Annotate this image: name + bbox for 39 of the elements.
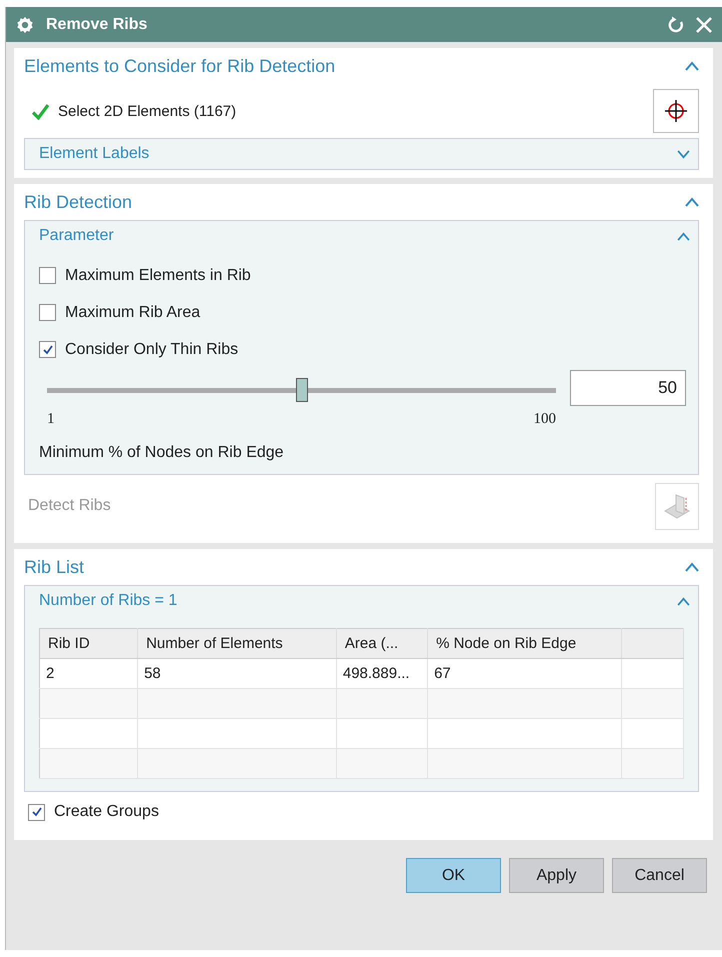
checkbox-label: Maximum Rib Area [65,304,200,322]
checkbox-label: Maximum Elements in Rib [65,266,251,284]
chevron-icon[interactable] [685,562,699,572]
gear-icon [16,16,34,34]
group-title: Element Labels [39,145,150,163]
crosshair-icon [663,98,689,124]
chevron-icon[interactable] [677,232,690,240]
checkmark-icon [30,806,42,818]
checkbox[interactable] [39,304,56,321]
chevron-icon[interactable] [677,596,690,606]
column-header[interactable]: % Node on Rib Edge [428,628,622,658]
checkbox[interactable] [39,341,56,358]
dialog-button[interactable]: Cancel [612,858,707,893]
section-title[interactable]: Elements to Consider for Rib Detection [24,56,336,76]
checkbox-label: Create Groups [54,803,159,821]
column-header[interactable]: Rib ID [40,628,138,658]
checkmark-icon [42,344,54,356]
chevron-icon[interactable] [685,61,699,71]
column-header[interactable]: Number of Elements [138,628,336,658]
slider-min-label: 1 [47,411,54,428]
checkbox[interactable] [39,267,56,284]
checkbox-label: Consider Only Thin Ribs [65,340,238,358]
section-title[interactable]: Rib List [24,556,84,578]
select-button[interactable] [653,89,699,133]
window-title: Remove Ribs [46,16,148,34]
selection-label: Select 2D Elements (1167) [58,102,236,120]
dialog-button[interactable]: OK [406,858,501,893]
column-header[interactable]: Area (... [336,628,428,658]
chevron-icon[interactable] [685,197,699,207]
reset-icon[interactable] [666,14,686,34]
section-title[interactable]: Rib Detection [24,192,132,212]
slider-max-label: 100 [534,411,556,428]
dialog-button[interactable]: Apply [509,858,604,893]
slider-caption: Minimum % of Nodes on Rib Edge [39,444,285,462]
close-icon[interactable] [694,14,714,34]
detect-ribs-label: Detect Ribs [28,497,111,515]
slider-thumb[interactable] [296,378,308,402]
value-field[interactable]: 50 [570,370,686,406]
checkbox[interactable] [28,804,45,820]
